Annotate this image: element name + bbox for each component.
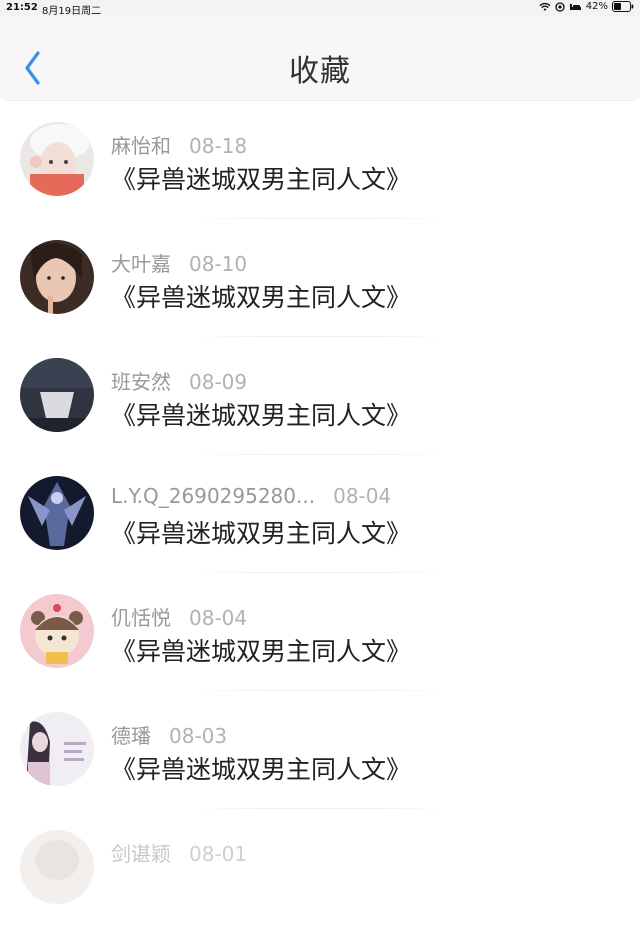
item-date: 08-01 xyxy=(189,842,248,866)
list-item[interactable]: 剑谌颖 08-01 xyxy=(0,809,640,927)
page-title: 收藏 xyxy=(289,54,351,89)
article-title: 《异兽迷城双男主同人文》 xyxy=(111,637,412,666)
item-date: 08-09 xyxy=(189,370,248,394)
item-meta: 大叶嘉 08-10 xyxy=(111,248,247,277)
article-title: 《异兽迷城双男主同人文》 xyxy=(111,755,412,784)
avatar[interactable] xyxy=(20,712,94,786)
article-title: 《异兽迷城双男主同人文》 xyxy=(111,283,412,312)
author-name: 仉恬悦 xyxy=(111,606,171,630)
avatar[interactable] xyxy=(20,240,94,314)
battery-percent: 42% xyxy=(585,1,608,12)
item-meta: 麻怡和 08-18 xyxy=(111,130,247,159)
battery-icon xyxy=(612,1,634,12)
author-name: L.Y.Q_2690295280... xyxy=(111,484,316,508)
status-bar: 21:52 8月19日周二 42% xyxy=(0,0,640,17)
avatar[interactable] xyxy=(20,830,94,904)
list-item[interactable]: L.Y.Q_2690295280... 08-04 《异兽迷城双男主同人文》 xyxy=(0,455,640,573)
list-item[interactable]: 班安然 08-09 《异兽迷城双男主同人文》 xyxy=(0,337,640,455)
status-indicators: 42% xyxy=(539,1,634,12)
status-time: 21:52 xyxy=(6,2,38,13)
item-meta: 班安然 08-09 xyxy=(111,366,247,395)
item-date: 08-18 xyxy=(189,134,248,158)
article-title: 《异兽迷城双男主同人文》 xyxy=(111,519,412,548)
author-name: 大叶嘉 xyxy=(111,252,171,276)
item-meta: 德璠 08-03 xyxy=(111,720,227,749)
author-name: 班安然 xyxy=(111,370,171,394)
item-date: 08-04 xyxy=(189,606,248,630)
avatar[interactable] xyxy=(20,476,94,550)
avatar[interactable] xyxy=(20,358,94,432)
item-date: 08-10 xyxy=(189,252,248,276)
item-meta: L.Y.Q_2690295280... 08-04 xyxy=(111,484,391,508)
article-title: 《异兽迷城双男主同人文》 xyxy=(111,401,412,430)
article-title: 《异兽迷城双男主同人文》 xyxy=(111,165,412,194)
author-name: 麻怡和 xyxy=(111,134,171,158)
nav-header: 收藏 xyxy=(0,16,640,101)
wifi-icon xyxy=(539,2,551,12)
list-item[interactable]: 麻怡和 08-18 《异兽迷城双男主同人文》 xyxy=(0,101,640,219)
author-name: 德璠 xyxy=(111,724,151,748)
status-date: 8月19日周二 xyxy=(42,6,102,17)
item-date: 08-03 xyxy=(169,724,228,748)
item-meta: 仉恬悦 08-04 xyxy=(111,602,247,631)
author-name: 剑谌颖 xyxy=(111,842,171,866)
list-item[interactable]: 德璠 08-03 《异兽迷城双男主同人文》 xyxy=(0,691,640,809)
list-item[interactable]: 仉恬悦 08-04 《异兽迷城双男主同人文》 xyxy=(0,573,640,691)
list-item[interactable]: 大叶嘉 08-10 《异兽迷城双男主同人文》 xyxy=(0,219,640,337)
avatar[interactable] xyxy=(20,594,94,668)
location-icon xyxy=(555,1,565,12)
favorites-list: 麻怡和 08-18 《异兽迷城双男主同人文》 大叶嘉 08-10 《异兽迷城双男主同… xyxy=(0,101,640,927)
item-date: 08-04 xyxy=(333,484,392,508)
sleep-icon xyxy=(569,2,582,12)
avatar[interactable] xyxy=(20,122,94,196)
